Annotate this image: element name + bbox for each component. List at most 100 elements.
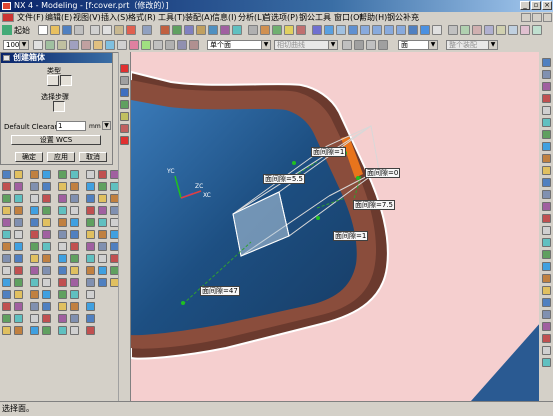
paste-icon[interactable] <box>114 25 124 35</box>
snap-icon-12[interactable] <box>177 40 187 50</box>
restore-button[interactable]: ▫ <box>531 1 541 10</box>
right-tool-icon[interactable] <box>542 166 551 175</box>
shaded-icon[interactable] <box>408 25 418 35</box>
resource-icon-2[interactable] <box>120 76 129 85</box>
right-tool-icon[interactable] <box>542 334 551 343</box>
palette-tool-icon[interactable] <box>58 206 67 215</box>
palette-tool-icon[interactable] <box>42 278 51 287</box>
misc-icon-4[interactable] <box>484 25 494 35</box>
view-top-icon[interactable] <box>360 25 370 35</box>
snap-icon-6[interactable] <box>105 40 115 50</box>
doc-restore-button[interactable] <box>532 13 542 22</box>
menu-info[interactable]: 信息(I) <box>212 12 237 23</box>
palette-tool-icon[interactable] <box>70 278 79 287</box>
palette-tool-icon[interactable] <box>70 290 79 299</box>
select-object-icon[interactable] <box>53 101 65 112</box>
palette-tool-icon[interactable] <box>98 182 107 191</box>
palette-tool-icon[interactable] <box>58 278 67 287</box>
shaded-edges-icon[interactable] <box>420 25 430 35</box>
palette-tool-icon[interactable] <box>14 230 23 239</box>
palette-tool-icon[interactable] <box>86 302 95 311</box>
palette-tool-icon[interactable] <box>42 194 51 203</box>
palette-tool-icon[interactable] <box>30 302 39 311</box>
palette-tool-icon[interactable] <box>86 278 95 287</box>
view-front-icon[interactable] <box>372 25 382 35</box>
menu-file[interactable]: 文件(F) <box>17 12 44 23</box>
palette-tool-icon[interactable] <box>2 242 11 251</box>
palette-tool-icon[interactable] <box>70 326 79 335</box>
right-tool-icon[interactable] <box>542 226 551 235</box>
right-tool-icon[interactable] <box>542 322 551 331</box>
right-tool-icon[interactable] <box>542 58 551 67</box>
palette-tool-icon[interactable] <box>2 290 11 299</box>
zoom-combo[interactable]: 100 ▼ <box>3 40 29 50</box>
palette-tool-icon[interactable] <box>58 194 67 203</box>
misc-icon-7[interactable] <box>520 25 530 35</box>
scope-combo[interactable]: 整个装配 ▼ <box>446 40 498 50</box>
palette-tool-icon[interactable] <box>42 242 51 251</box>
menu-assembly[interactable]: 装配(A) <box>185 12 213 23</box>
snap-icon-7[interactable] <box>117 40 127 50</box>
cut-icon[interactable] <box>90 25 100 35</box>
palette-tool-icon[interactable] <box>86 206 95 215</box>
resource-icon-3[interactable] <box>120 88 129 97</box>
palette-tool-icon[interactable] <box>70 170 79 179</box>
right-tool-icon[interactable] <box>542 346 551 355</box>
open-icon[interactable] <box>50 25 60 35</box>
palette-tool-icon[interactable] <box>58 290 67 299</box>
right-tool-icon[interactable] <box>542 118 551 127</box>
palette-tool-icon[interactable] <box>2 326 11 335</box>
right-tool-icon[interactable] <box>542 310 551 319</box>
palette-tool-icon[interactable] <box>2 314 11 323</box>
hide-icon[interactable] <box>284 25 294 35</box>
layer-icon[interactable] <box>272 25 282 35</box>
menu-analysis[interactable]: 分析(L) <box>238 12 265 23</box>
palette-tool-icon[interactable] <box>86 290 95 299</box>
right-tool-icon[interactable] <box>542 106 551 115</box>
snap-icon-11[interactable] <box>165 40 175 50</box>
palette-tool-icon[interactable] <box>86 314 95 323</box>
arrow-down-icon[interactable]: ▼ <box>102 121 111 130</box>
palette-tool-icon[interactable] <box>42 302 51 311</box>
save-icon[interactable] <box>62 25 72 35</box>
menu-view[interactable]: 视图(V) <box>73 12 101 23</box>
misc-icon-6[interactable] <box>508 25 518 35</box>
clearance-input[interactable]: 1 <box>56 121 86 131</box>
graphics-viewport[interactable]: YC ZC XC 面间隙=1 面间隙=0 面间隙=5.5 面间隙=7.5 面间隙… <box>130 52 539 401</box>
menu-preferences[interactable]: 首选项(P) <box>263 12 298 23</box>
select-arrow-icon[interactable] <box>33 40 43 50</box>
palette-tool-icon[interactable] <box>30 242 39 251</box>
type-box-icon[interactable] <box>47 75 59 86</box>
menu-gangong-tools[interactable]: 钢公工具 <box>299 12 331 23</box>
sketch-icon[interactable] <box>160 25 170 35</box>
right-tool-icon[interactable] <box>542 70 551 79</box>
misc-icon-1[interactable] <box>448 25 458 35</box>
palette-tool-icon[interactable] <box>86 230 95 239</box>
menu-tools[interactable]: 工具(T) <box>158 12 185 23</box>
palette-tool-icon[interactable] <box>98 170 107 179</box>
palette-tool-icon[interactable] <box>14 170 23 179</box>
filter-icon-2[interactable] <box>354 40 364 50</box>
palette-tool-icon[interactable] <box>42 170 51 179</box>
revolve-icon[interactable] <box>184 25 194 35</box>
filter-combo[interactable]: 单个面 ▼ <box>207 40 271 50</box>
show-icon[interactable] <box>296 25 306 35</box>
menu-gangong-extra[interactable]: 钢公补充 <box>387 12 419 23</box>
palette-tool-icon[interactable] <box>30 182 39 191</box>
chamfer-icon[interactable] <box>220 25 230 35</box>
view-iso-icon[interactable] <box>396 25 406 35</box>
palette-tool-icon[interactable] <box>42 326 51 335</box>
palette-tool-icon[interactable] <box>14 254 23 263</box>
delete-icon[interactable] <box>126 25 136 35</box>
snap-icon-5[interactable] <box>93 40 103 50</box>
pan-icon[interactable] <box>348 25 358 35</box>
gap-label-3[interactable]: 面间隙=5.5 <box>263 174 305 184</box>
palette-tool-icon[interactable] <box>58 266 67 275</box>
palette-tool-icon[interactable] <box>70 218 79 227</box>
palette-tool-icon[interactable] <box>58 218 67 227</box>
snap-icon-1[interactable] <box>45 40 55 50</box>
minimize-button[interactable]: _ <box>520 1 530 10</box>
filter-icon-4[interactable] <box>378 40 388 50</box>
misc-icon-8[interactable] <box>532 25 542 35</box>
right-tool-icon[interactable] <box>542 202 551 211</box>
